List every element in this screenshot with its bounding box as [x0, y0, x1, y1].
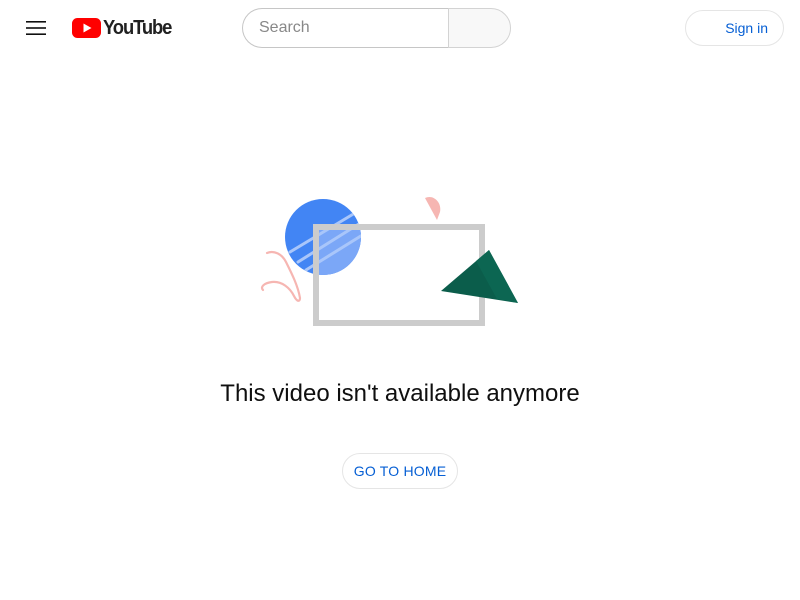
sign-in-button[interactable]: Sign in	[685, 10, 784, 46]
search-box	[242, 8, 511, 48]
unavailable-message: This video isn't available anymore	[220, 380, 580, 407]
youtube-logo[interactable]: YouTube	[72, 16, 177, 40]
guide-menu-button[interactable]	[16, 8, 56, 48]
pink-half-circle-shape	[425, 196, 441, 220]
youtube-play-icon	[72, 18, 101, 38]
logo-wordmark: YouTube	[103, 16, 172, 39]
hamburger-menu-icon	[26, 21, 46, 35]
masthead: YouTube Sign in	[0, 0, 800, 56]
go-to-home-label: GO TO HOME	[353, 463, 447, 479]
go-to-home-button[interactable]: GO TO HOME	[342, 453, 458, 489]
sign-in-label: Sign in	[725, 20, 768, 36]
search-input[interactable]	[242, 8, 448, 48]
search-button[interactable]	[448, 8, 511, 48]
video-unavailable-illustration	[260, 196, 518, 326]
